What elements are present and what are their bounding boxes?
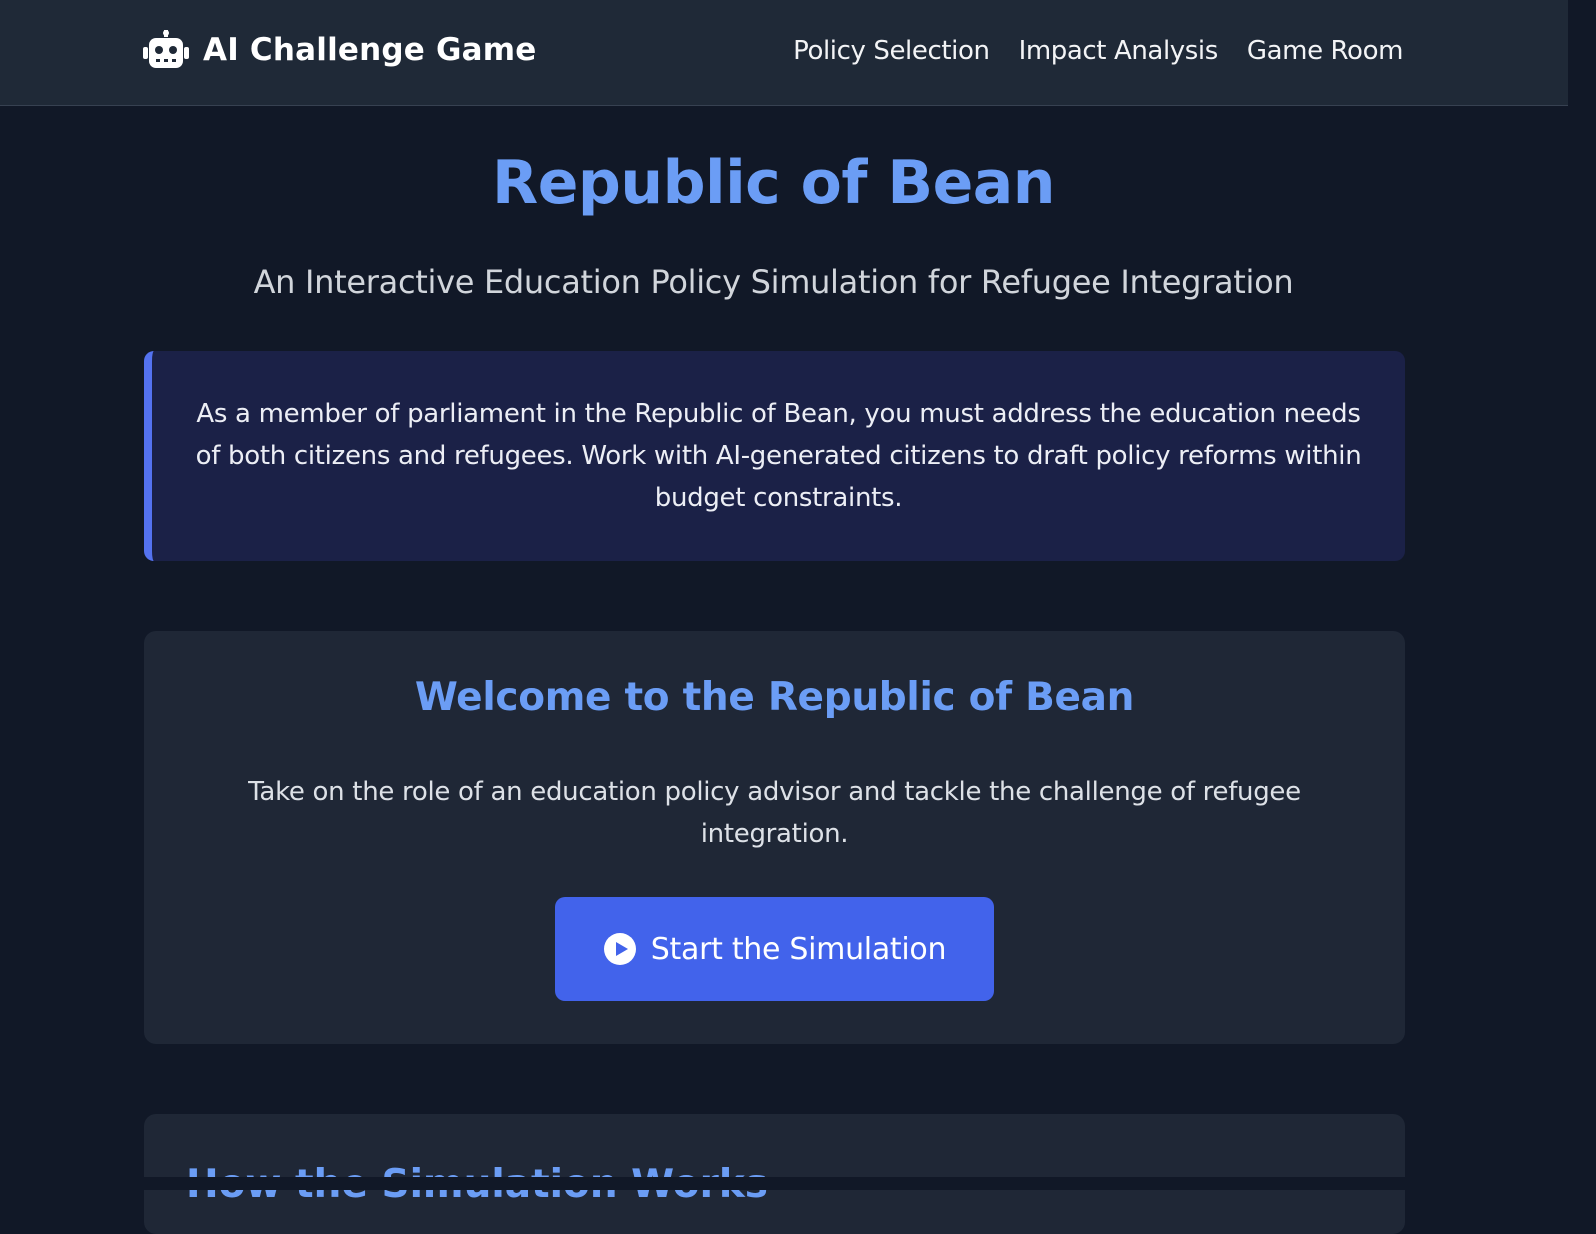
top-navbar: AI Challenge Game Policy Selection Impac…: [0, 0, 1596, 106]
nav-link-impact-analysis[interactable]: Impact Analysis: [1019, 36, 1219, 66]
page-title: Republic of Bean: [492, 148, 1055, 218]
how-it-works-card: How the Simulation Works: [144, 1114, 1405, 1234]
nav-links: Policy Selection Impact Analysis Game Ro…: [793, 36, 1403, 66]
start-simulation-label: Start the Simulation: [650, 931, 947, 967]
welcome-heading: Welcome to the Republic of Bean: [414, 675, 1135, 720]
start-simulation-button[interactable]: Start the Simulation: [555, 897, 994, 1001]
play-circle-icon: [603, 933, 636, 965]
robot-icon: [143, 30, 189, 68]
page-subtitle: An Interactive Education Policy Simulati…: [253, 263, 1294, 301]
welcome-text: Take on the role of an education policy …: [248, 777, 1301, 849]
viewport-bottom-edge: [0, 1177, 1596, 1190]
brand-link[interactable]: AI Challenge Game: [143, 30, 537, 70]
nav-link-game-room[interactable]: Game Room: [1247, 36, 1404, 66]
intro-callout: As a member of parliament in the Republi…: [144, 351, 1405, 561]
brand-name: AI Challenge Game: [203, 32, 537, 68]
welcome-card: Welcome to the Republic of Bean Take on …: [144, 631, 1405, 1044]
nav-link-policy-selection[interactable]: Policy Selection: [793, 36, 990, 66]
intro-text: As a member of parliament in the Republi…: [195, 399, 1362, 513]
scrollbar-track[interactable]: [1568, 0, 1596, 1190]
